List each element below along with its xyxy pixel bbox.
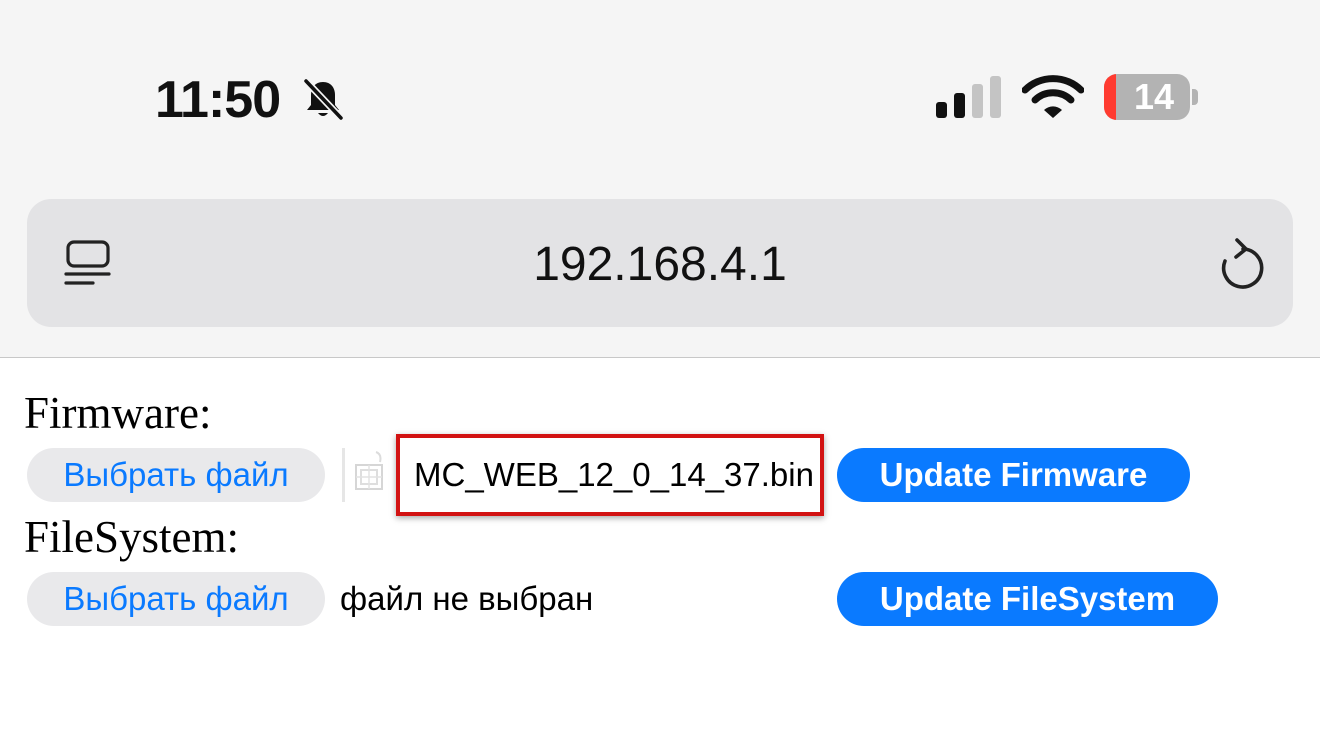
firmware-selected-file-name: MC_WEB_12_0_14_37.bin: [396, 434, 824, 516]
cellular-signal-icon: [936, 76, 1001, 118]
browser-chrome: 11:50 14 192.168.4.1: [0, 0, 1320, 358]
firmware-choose-file-button[interactable]: Выбрать файл: [27, 448, 325, 502]
filesystem-label: FileSystem:: [24, 512, 240, 562]
update-firmware-button[interactable]: Update Firmware: [837, 448, 1190, 502]
file-thumbnail-icon: [342, 448, 383, 502]
battery-percent: 14: [1133, 76, 1175, 117]
status-time: 11:50: [155, 71, 281, 129]
url-text[interactable]: 192.168.4.1: [27, 237, 1293, 293]
update-filesystem-button[interactable]: Update FileSystem: [837, 572, 1218, 626]
wifi-icon: [1022, 75, 1084, 118]
address-bar[interactable]: 192.168.4.1: [27, 199, 1293, 327]
battery-nub: [1192, 89, 1198, 105]
battery-level-fill: [1104, 74, 1117, 120]
filesystem-file-status: файл не выбран: [340, 580, 594, 617]
firmware-label: Firmware:: [24, 388, 212, 438]
filesystem-choose-file-button[interactable]: Выбрать файл: [27, 572, 325, 626]
bell-slash-icon: [303, 78, 344, 121]
battery-icon: 14: [1104, 74, 1190, 120]
reload-icon[interactable]: [1213, 237, 1265, 291]
